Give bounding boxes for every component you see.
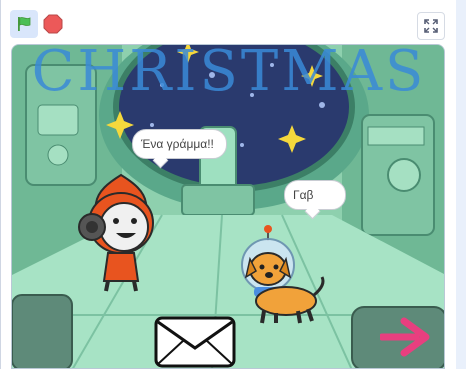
dog-sprite[interactable]	[230, 225, 330, 325]
stop-button[interactable]	[41, 12, 65, 36]
stage-title-text: CHRISTMAS	[31, 44, 427, 104]
stage-panel: CHRISTMAS Ένα γράμμα!! Γαβ	[0, 0, 458, 369]
speech-bubble-dog-text: Γαβ	[293, 188, 314, 202]
fullscreen-button[interactable]	[417, 12, 445, 40]
green-flag-button[interactable]	[10, 10, 38, 38]
fullscreen-icon	[424, 19, 438, 33]
speech-bubble-robot: Ένα γράμμα!!	[132, 129, 227, 159]
stage-canvas[interactable]: CHRISTMAS Ένα γράμμα!! Γαβ	[11, 44, 445, 369]
envelope-sprite[interactable]	[154, 316, 236, 368]
right-edge-strip	[456, 0, 466, 369]
robot-sprite[interactable]	[78, 173, 164, 293]
speech-bubble-dog: Γαβ	[284, 180, 346, 210]
stop-sign-icon	[43, 14, 63, 34]
arrow-sprite[interactable]	[380, 317, 432, 357]
stage-toolbar	[1, 0, 457, 44]
green-flag-icon	[18, 17, 31, 31]
speech-bubble-robot-text: Ένα γράμμα!!	[141, 137, 214, 151]
